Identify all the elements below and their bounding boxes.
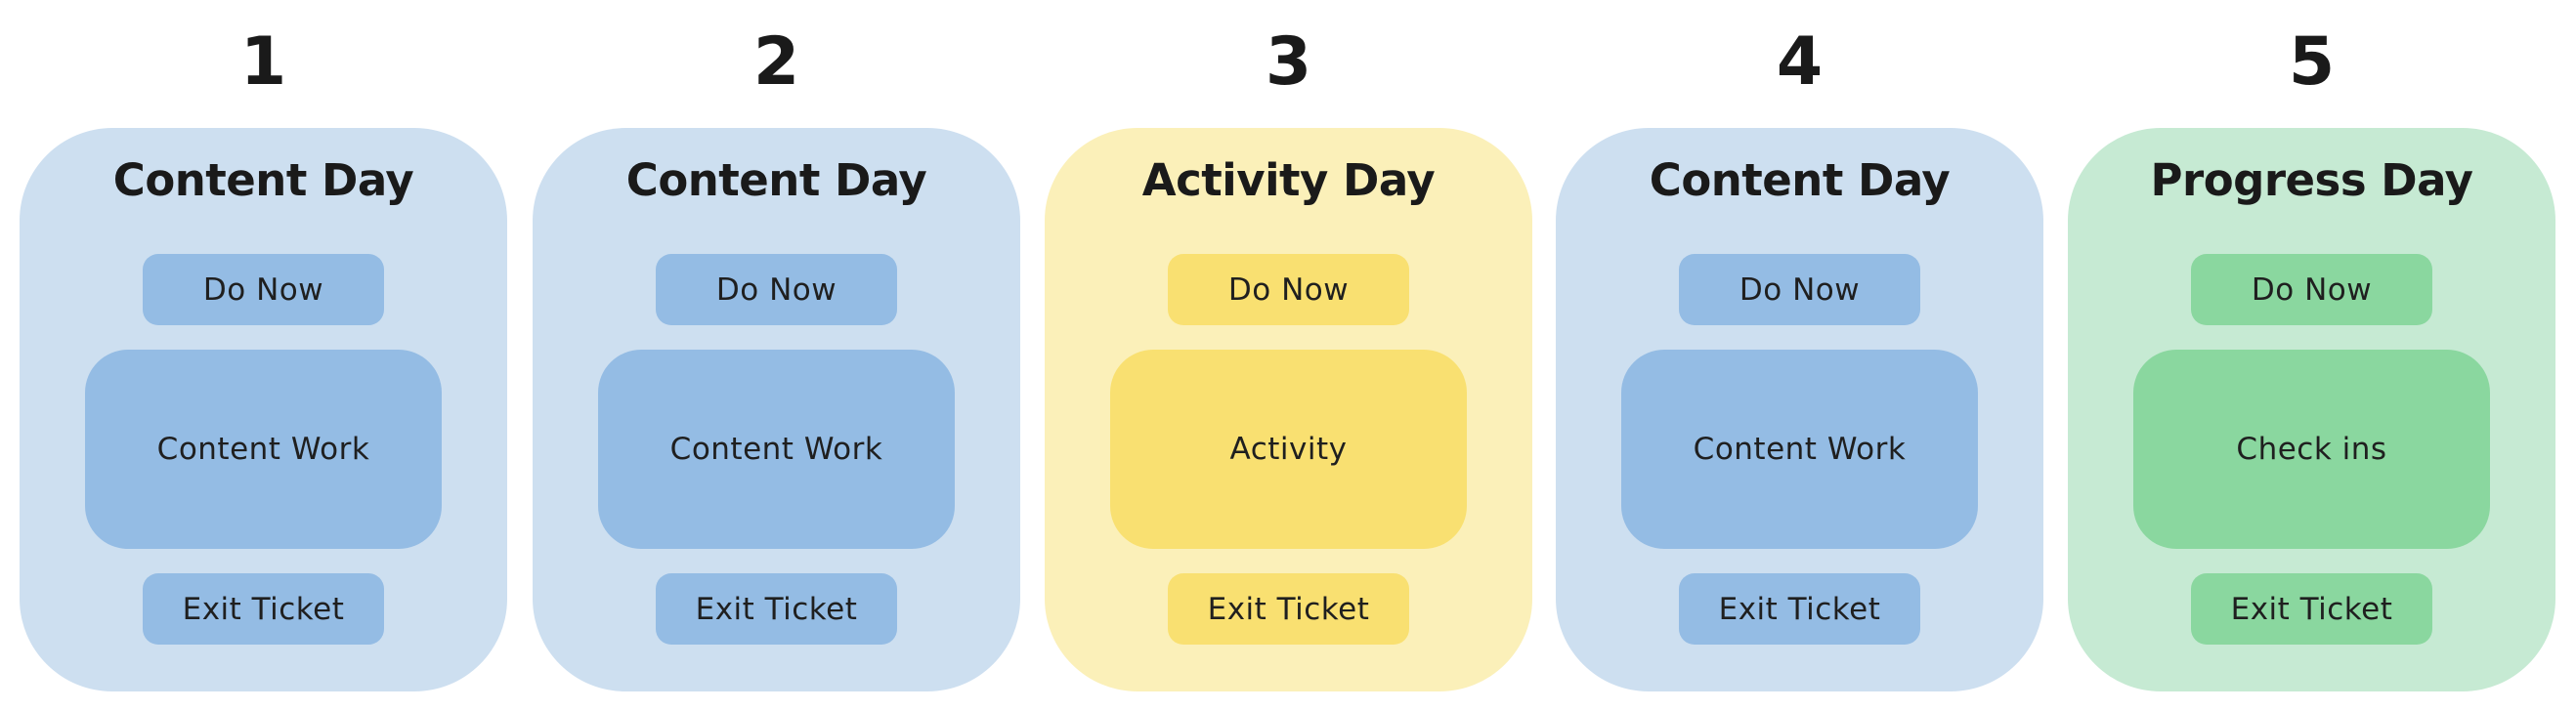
- day-number: 1: [239, 23, 287, 101]
- day-title: Activity Day: [1141, 154, 1436, 206]
- main-block: Activity: [1110, 350, 1467, 549]
- main-block: Content Work: [598, 350, 955, 549]
- day-title: Content Day: [1649, 154, 1951, 206]
- day-column-4: 4 Content Day Do Now Content Work Exit T…: [1556, 0, 2043, 711]
- day-column-2: 2 Content Day Do Now Content Work Exit T…: [533, 0, 1020, 711]
- main-block: Content Work: [1621, 350, 1978, 549]
- day-title: Content Day: [625, 154, 927, 206]
- exit-ticket-block: Exit Ticket: [1679, 573, 1920, 645]
- do-now-block: Do Now: [1168, 254, 1409, 325]
- exit-ticket-block: Exit Ticket: [2191, 573, 2432, 645]
- day-number: 4: [1776, 23, 1824, 101]
- day-column-5: 5 Progress Day Do Now Check ins Exit Tic…: [2068, 0, 2555, 711]
- day-title: Content Day: [112, 154, 414, 206]
- main-block: Check ins: [2133, 350, 2490, 549]
- day-column-1: 1 Content Day Do Now Content Work Exit T…: [20, 0, 507, 711]
- main-block: Content Work: [85, 350, 442, 549]
- do-now-block: Do Now: [1679, 254, 1920, 325]
- exit-ticket-block: Exit Ticket: [1168, 573, 1409, 645]
- day-column-3: 3 Activity Day Do Now Activity Exit Tick…: [1045, 0, 1532, 711]
- day-number: 5: [2288, 23, 2336, 101]
- day-title: Progress Day: [2150, 154, 2473, 206]
- do-now-block: Do Now: [143, 254, 384, 325]
- do-now-block: Do Now: [656, 254, 897, 325]
- exit-ticket-block: Exit Ticket: [143, 573, 384, 645]
- day-number: 2: [752, 23, 800, 101]
- do-now-block: Do Now: [2191, 254, 2432, 325]
- day-number: 3: [1265, 23, 1312, 101]
- exit-ticket-block: Exit Ticket: [656, 573, 897, 645]
